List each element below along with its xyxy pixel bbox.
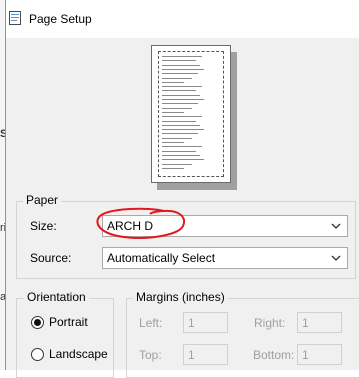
preview-text-line (162, 142, 184, 143)
orientation-group (16, 298, 114, 378)
preview-text-line (162, 137, 192, 139)
paper-source-label: Source: (30, 251, 72, 265)
margin-left-value: 1 (188, 316, 195, 330)
preview-text-line (162, 133, 198, 135)
margins-group (126, 298, 359, 378)
preview-text-line (162, 81, 184, 83)
preview-text-line (162, 60, 196, 62)
preview-text-line (162, 86, 202, 88)
page-preview-margins (158, 51, 224, 177)
preview-text-line (162, 73, 198, 75)
preview-text-line (162, 150, 196, 152)
preview-text-line (162, 64, 200, 66)
margins-group-label: Margins (inches) (133, 290, 228, 304)
preview-text-line (162, 107, 192, 109)
page-setup-dialog: Page Setup Paper Size: ARCH D Source: Au… (5, 0, 359, 378)
margin-bottom-input[interactable]: 1 (297, 344, 342, 365)
margin-left-label: Left: (139, 316, 163, 330)
portrait-label[interactable]: Portrait (49, 315, 88, 329)
preview-text-line (162, 111, 184, 113)
margin-top-value: 1 (188, 348, 195, 362)
landscape-radio[interactable] (31, 348, 44, 361)
margin-left-input[interactable]: 1 (183, 312, 228, 333)
preview-text-line (162, 90, 196, 92)
preview-text-line (162, 163, 192, 165)
orientation-group-label: Orientation (24, 290, 89, 304)
portrait-radio[interactable] (31, 316, 44, 329)
chevron-down-icon (331, 255, 341, 261)
preview-text-line (162, 120, 196, 122)
preview-text-line (162, 154, 200, 156)
paper-source-select[interactable]: Automatically Select (102, 247, 348, 269)
preview-text-line (162, 68, 204, 70)
margin-top-label: Top: (139, 348, 162, 362)
window-title: Page Setup (29, 12, 92, 26)
margin-bottom-label: Bottom: (253, 348, 295, 362)
preview-text-line (162, 99, 204, 100)
page-setup-icon (9, 11, 21, 25)
chevron-down-icon (331, 223, 341, 229)
margin-top-input[interactable]: 1 (183, 344, 228, 365)
preview-text-line (162, 159, 204, 161)
preview-text-line (162, 167, 184, 169)
margin-right-input[interactable]: 1 (297, 312, 342, 333)
margin-bottom-value: 1 (302, 348, 309, 362)
paper-source-value: Automatically Select (107, 251, 216, 265)
landscape-label[interactable]: Landscape (49, 347, 108, 361)
margin-right-value: 1 (302, 316, 309, 330)
preview-text-line (162, 103, 198, 105)
annotation-circle (96, 207, 185, 239)
preview-text-line (162, 146, 202, 148)
page-preview (151, 45, 231, 183)
margin-right-label: Right: (254, 316, 286, 330)
preview-text-line (162, 129, 204, 131)
preview-text-line (162, 56, 202, 57)
preview-text-line (162, 124, 200, 126)
preview-text-line (162, 116, 202, 118)
paper-size-label: Size: (30, 219, 57, 233)
preview-text-line (162, 94, 200, 96)
paper-group-label: Paper (23, 193, 62, 207)
preview-text-line (162, 77, 192, 79)
title-bar[interactable]: Page Setup (6, 0, 359, 38)
